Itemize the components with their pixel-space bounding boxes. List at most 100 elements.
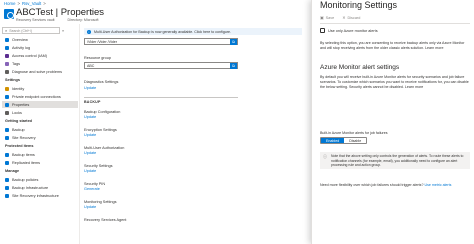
sidebar-item-site-recovery[interactable]: Site Recovery [2, 134, 78, 141]
backup-configuration-label: Backup Configuration [84, 110, 121, 114]
sidebar-item-private-endpoint-connections[interactable]: Private endpoint connections [2, 93, 78, 100]
save-label: Save [325, 15, 335, 20]
encryption-settings-label: Encryption Settings [84, 128, 117, 132]
sidebar-item-label: Tags [12, 61, 21, 66]
sidebar-item-locks[interactable]: Locks [2, 109, 78, 116]
sidebar-item-diagnose-and-solve-problems[interactable]: Diagnose and solve problems [2, 68, 78, 75]
sidebar-item-label: Backup items [12, 152, 35, 157]
discard-label: Discard [347, 15, 361, 20]
info-icon: ⓘ [323, 154, 327, 159]
backup-policies-icon [5, 177, 9, 182]
resource-group-field[interactable]: ABC ⧉ [84, 62, 238, 69]
sidebar-item-backup-policies[interactable]: Backup policies [2, 176, 78, 183]
identity-icon [5, 86, 9, 91]
sidebar-section-getting-started: Getting started [5, 119, 33, 123]
sidebar-item-label: Locks [12, 110, 22, 115]
sidebar-item-identity[interactable]: Identity [2, 85, 78, 92]
backup-items-icon [5, 152, 9, 157]
alert-settings-heading: Azure Monitor alert settings [320, 64, 400, 71]
menu-search-input[interactable]: ⌕ Search (Ctrl+/) [2, 27, 60, 34]
more-options-icon[interactable]: ··· [96, 8, 104, 14]
breadcrumb-home[interactable]: Home [4, 1, 15, 6]
overview-icon [5, 37, 9, 42]
breadcrumb-vault[interactable]: Rsv_Vault [22, 1, 41, 6]
access-control-iam-icon [5, 53, 9, 58]
sidebar-item-label: Access control (IAM) [12, 53, 48, 58]
routing-note: ⓘ Note that the above setting only contr… [320, 152, 470, 169]
security-pin-generate-link[interactable]: Generate [84, 187, 100, 191]
discard-button[interactable]: ✕ Discard [342, 15, 361, 21]
info-banner-text: Multi-User Authorization for Backup is n… [94, 29, 232, 34]
replicated-items-icon [5, 160, 9, 165]
sidebar-item-label: Private endpoint connections [12, 94, 61, 99]
sidebar-item-access-control-iam[interactable]: Access control (IAM) [2, 52, 78, 59]
toggle-enabled-option[interactable]: Enabled [321, 138, 345, 143]
encryption-settings-update-link[interactable]: Update [84, 133, 96, 137]
section-divider [84, 97, 238, 98]
copy-icon[interactable]: ⧉ [230, 63, 237, 69]
pin-icon[interactable]: ☆ [89, 9, 94, 16]
toggle-disable-option[interactable]: Disable [344, 138, 367, 143]
sidebar-item-tags[interactable]: Tags [2, 60, 78, 67]
routing-note-text: Note that the above setting only control… [331, 154, 464, 168]
sidebar-item-label: Activity log [12, 45, 31, 50]
sidebar-section-protected-items: Protected items [5, 144, 34, 148]
resource-type-label: Recovery Services vault [16, 18, 55, 22]
breadcrumb-separator: > [17, 1, 20, 6]
breadcrumb: Home > Rsv_Vault > [4, 0, 46, 7]
search-icon: ⌕ [5, 28, 8, 33]
info-banner[interactable]: i Multi-User Authorization for Backup is… [84, 28, 302, 35]
recovery-services-agent-label: Recovery Services Agent [84, 218, 127, 222]
resource-group-value: ABC [87, 63, 95, 68]
metric-alerts-prompt: Need more flexibility over which job fai… [320, 183, 470, 187]
locks-icon [5, 110, 9, 115]
azure-monitor-only-label: Use only Azure monitor alerts [328, 28, 378, 33]
security-settings-update-link[interactable]: Update [84, 169, 96, 173]
vault-icon [4, 9, 14, 19]
backup-configuration-update-link[interactable]: Update [84, 115, 96, 119]
directory-label: Directory: Microsoft [67, 18, 99, 22]
alert-settings-description: By default you will receive built-in Azu… [320, 75, 469, 89]
resource-id-field[interactable]: /Vider /Vider /Vider ⧉ [84, 38, 238, 45]
multi-user-authorization-update-link[interactable]: Update [84, 151, 96, 155]
security-settings-label: Security Settings [84, 164, 113, 168]
metric-alerts-link[interactable]: Use metric alerts [424, 183, 451, 187]
search-placeholder: Search (Ctrl+/) [9, 28, 33, 33]
sidebar-item-label: Properties [12, 102, 30, 107]
site-recovery-infrastructure-icon [5, 193, 9, 198]
sidebar-item-overview[interactable]: Overview [2, 36, 78, 43]
security-pin-label: Security PIN [84, 182, 106, 186]
job-failure-alerts-toggle[interactable]: Enabled Disable [320, 137, 368, 144]
sidebar-item-properties[interactable]: Properties [2, 101, 78, 108]
diagnostics-update-link[interactable]: Update [84, 86, 96, 90]
monitoring-settings-update-link[interactable]: Update [84, 205, 96, 209]
save-icon: ▣ [320, 16, 324, 20]
monitoring-settings-blade: Monitoring Settings ▣ Save ✕ Discard Use… [311, 0, 474, 244]
sidebar-item-backup[interactable]: Backup [2, 126, 78, 133]
collapse-menu-icon[interactable]: « [62, 28, 64, 33]
resource-group-label: Resource group [84, 56, 112, 60]
sidebar-item-label: Identity [12, 86, 25, 91]
sidebar-section-settings: Settings [5, 78, 20, 82]
sidebar-item-site-recovery-infrastructure[interactable]: Site Recovery infrastructure [2, 192, 78, 199]
sidebar-item-activity-log[interactable]: Activity log [2, 44, 78, 51]
multi-user-authorization-label: Multi-User Authorization [84, 146, 125, 150]
properties-icon [5, 102, 9, 107]
sidebar-item-label: Backup [12, 127, 25, 132]
diagnose-and-solve-problems-icon [5, 69, 9, 74]
sidebar-item-label: Backup Infrastructure [12, 185, 49, 190]
sidebar-item-replicated-items[interactable]: Replicated items [2, 159, 78, 166]
blade-title: Monitoring Settings [320, 0, 398, 10]
sidebar-item-label: Diagnose and solve problems [12, 69, 63, 74]
azure-monitor-only-option[interactable]: Use only Azure monitor alerts [320, 28, 378, 33]
backup-icon [5, 127, 9, 132]
sidebar-item-backup-items[interactable]: Backup items [2, 151, 78, 158]
metric-alerts-question: Need more flexibility over which job fai… [320, 183, 424, 187]
sidebar-item-backup-infrastructure[interactable]: Backup Infrastructure [2, 184, 78, 191]
toolbar-divider [320, 23, 470, 24]
azure-monitor-only-checkbox[interactable] [320, 28, 325, 33]
breadcrumb-separator: > [43, 1, 46, 6]
save-button[interactable]: ▣ Save [320, 15, 335, 21]
copy-icon[interactable]: ⧉ [230, 39, 237, 45]
tags-icon [5, 61, 9, 66]
